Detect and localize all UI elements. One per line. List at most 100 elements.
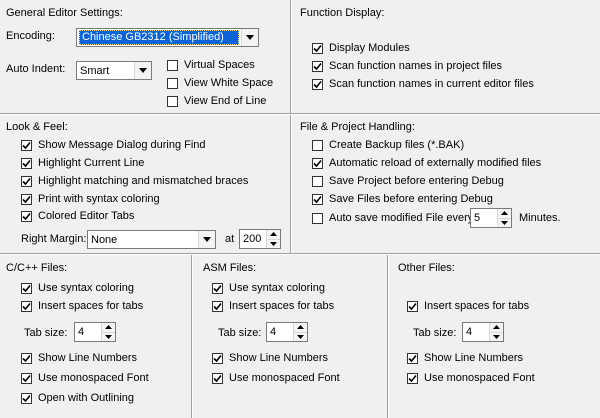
other-monospaced-checkbox[interactable]: Use monospaced Font	[407, 371, 535, 385]
other-files-title: Other Files:	[398, 262, 455, 274]
encoding-select[interactable]: Chinese GB2312 (Simplified)	[76, 28, 259, 47]
auto-indent-select[interactable]: Smart	[76, 61, 152, 80]
checkbox-box[interactable]	[21, 392, 32, 404]
chevron-down-icon[interactable]	[198, 231, 215, 248]
checkbox-box[interactable]	[167, 59, 178, 71]
highlight-braces-label: Highlight matching and mismatched braces	[38, 175, 249, 187]
other-insert-spaces-checkbox[interactable]: Insert spaces for tabs	[407, 299, 529, 313]
checkbox-box[interactable]	[21, 300, 32, 312]
colored-editor-tabs-checkbox[interactable]: Colored Editor Tabs	[21, 209, 134, 223]
right-margin-spinner[interactable]: 200	[239, 229, 281, 249]
checkbox-box[interactable]	[167, 95, 178, 107]
cpp-insert-spaces-checkbox[interactable]: Insert spaces for tabs	[21, 299, 143, 313]
chevron-down-icon[interactable]	[134, 62, 151, 79]
checkbox-box[interactable]	[312, 193, 323, 205]
asm-tab-size-spinner[interactable]: 4	[266, 322, 308, 342]
file-project-title: File & Project Handling:	[300, 121, 415, 133]
spin-down-icon[interactable]	[498, 217, 511, 227]
checkbox-box[interactable]	[212, 352, 223, 364]
create-backup-checkbox[interactable]: Create Backup files (*.BAK)	[312, 138, 464, 152]
checkbox-box[interactable]	[312, 212, 323, 224]
cpp-insert-spaces-label: Insert spaces for tabs	[38, 300, 144, 312]
checkbox-box[interactable]	[212, 300, 223, 312]
asm-line-numbers-checkbox[interactable]: Show Line Numbers	[212, 351, 328, 365]
spin-up-icon[interactable]	[294, 323, 307, 332]
spin-down-icon[interactable]	[294, 331, 307, 341]
scan-project-files-checkbox[interactable]: Scan function names in project files	[312, 59, 502, 73]
cpp-syntax-coloring-checkbox[interactable]: Use syntax coloring	[21, 281, 134, 295]
save-files-debug-label: Save Files before entering Debug	[329, 193, 493, 205]
spin-down-icon[interactable]	[490, 331, 503, 341]
view-white-space-checkbox[interactable]: View White Space	[167, 76, 273, 90]
checkbox-box[interactable]	[312, 78, 323, 90]
checkbox-box[interactable]	[21, 372, 32, 384]
checkbox-box[interactable]	[21, 175, 32, 187]
cpp-monospaced-label: Use monospaced Font	[38, 372, 149, 384]
right-margin-select[interactable]: None	[87, 230, 216, 249]
show-message-dialog-checkbox[interactable]: Show Message Dialog during Find	[21, 138, 206, 152]
checkbox-box[interactable]	[21, 282, 32, 294]
virtual-spaces-checkbox[interactable]: Virtual Spaces	[167, 58, 255, 72]
spin-up-icon[interactable]	[267, 230, 280, 239]
asm-insert-spaces-checkbox[interactable]: Insert spaces for tabs	[212, 299, 334, 313]
view-end-of-line-label: View End of Line	[184, 95, 267, 107]
checkbox-box[interactable]	[407, 352, 418, 364]
asm-tab-size-label: Tab size:	[218, 327, 262, 339]
cpp-monospaced-checkbox[interactable]: Use monospaced Font	[21, 371, 149, 385]
cpp-syntax-coloring-label: Use syntax coloring	[38, 282, 134, 294]
cpp-tab-size-value[interactable]: 4	[75, 323, 101, 341]
checkbox-box[interactable]	[407, 372, 418, 384]
save-files-debug-checkbox[interactable]: Save Files before entering Debug	[312, 192, 493, 206]
checkbox-box[interactable]	[312, 42, 323, 54]
checkbox-box[interactable]	[21, 352, 32, 364]
scan-editor-files-checkbox[interactable]: Scan function names in current editor fi…	[312, 77, 534, 91]
checkbox-box[interactable]	[212, 372, 223, 384]
highlight-current-line-checkbox[interactable]: Highlight Current Line	[21, 156, 144, 170]
display-modules-checkbox[interactable]: Display Modules	[312, 41, 410, 55]
checkbox-box[interactable]	[312, 60, 323, 72]
other-tab-size-value[interactable]: 4	[463, 323, 489, 341]
view-end-of-line-checkbox[interactable]: View End of Line	[167, 94, 266, 108]
divider-top-vertical	[290, 0, 292, 113]
checkbox-box[interactable]	[21, 193, 32, 205]
right-margin-column-value[interactable]: 200	[240, 230, 266, 248]
checkbox-box[interactable]	[312, 139, 323, 151]
auto-save-label: Auto save modified File every	[329, 212, 474, 224]
other-tab-size-label: Tab size:	[413, 327, 457, 339]
cpp-outlining-checkbox[interactable]: Open with Outlining	[21, 391, 134, 405]
spin-down-icon[interactable]	[267, 238, 280, 248]
spin-down-icon[interactable]	[102, 331, 115, 341]
function-display-title: Function Display:	[300, 7, 385, 19]
cpp-line-numbers-checkbox[interactable]: Show Line Numbers	[21, 351, 137, 365]
checkbox-box[interactable]	[21, 157, 32, 169]
checkbox-box[interactable]	[312, 175, 323, 187]
checkbox-box[interactable]	[212, 282, 223, 294]
other-line-numbers-checkbox[interactable]: Show Line Numbers	[407, 351, 523, 365]
other-tab-size-spinner[interactable]: 4	[462, 322, 504, 342]
cpp-tab-size-label: Tab size:	[24, 327, 68, 339]
scan-editor-files-label: Scan function names in current editor fi…	[329, 78, 534, 90]
auto-save-checkbox[interactable]: Auto save modified File every	[312, 211, 473, 225]
checkbox-box[interactable]	[21, 139, 32, 151]
print-syntax-coloring-checkbox[interactable]: Print with syntax coloring	[21, 192, 160, 206]
auto-reload-checkbox[interactable]: Automatic reload of externally modified …	[312, 156, 541, 170]
asm-tab-size-value[interactable]: 4	[267, 323, 293, 341]
checkbox-box[interactable]	[407, 300, 418, 312]
chevron-down-icon[interactable]	[241, 29, 258, 46]
spin-up-icon[interactable]	[498, 209, 511, 218]
auto-save-spinner[interactable]: 5	[470, 208, 512, 228]
spin-up-icon[interactable]	[102, 323, 115, 332]
highlight-braces-checkbox[interactable]: Highlight matching and mismatched braces	[21, 174, 248, 188]
spin-up-icon[interactable]	[490, 323, 503, 332]
asm-syntax-coloring-checkbox[interactable]: Use syntax coloring	[212, 281, 325, 295]
divider-upper	[0, 113, 600, 115]
checkbox-box[interactable]	[167, 77, 178, 89]
auto-save-minutes-value[interactable]: 5	[471, 209, 497, 227]
other-insert-spaces-label: Insert spaces for tabs	[424, 300, 530, 312]
save-project-debug-label: Save Project before entering Debug	[329, 175, 504, 187]
cpp-tab-size-spinner[interactable]: 4	[74, 322, 116, 342]
checkbox-box[interactable]	[312, 157, 323, 169]
asm-monospaced-checkbox[interactable]: Use monospaced Font	[212, 371, 340, 385]
checkbox-box[interactable]	[21, 210, 32, 222]
save-project-debug-checkbox[interactable]: Save Project before entering Debug	[312, 174, 504, 188]
